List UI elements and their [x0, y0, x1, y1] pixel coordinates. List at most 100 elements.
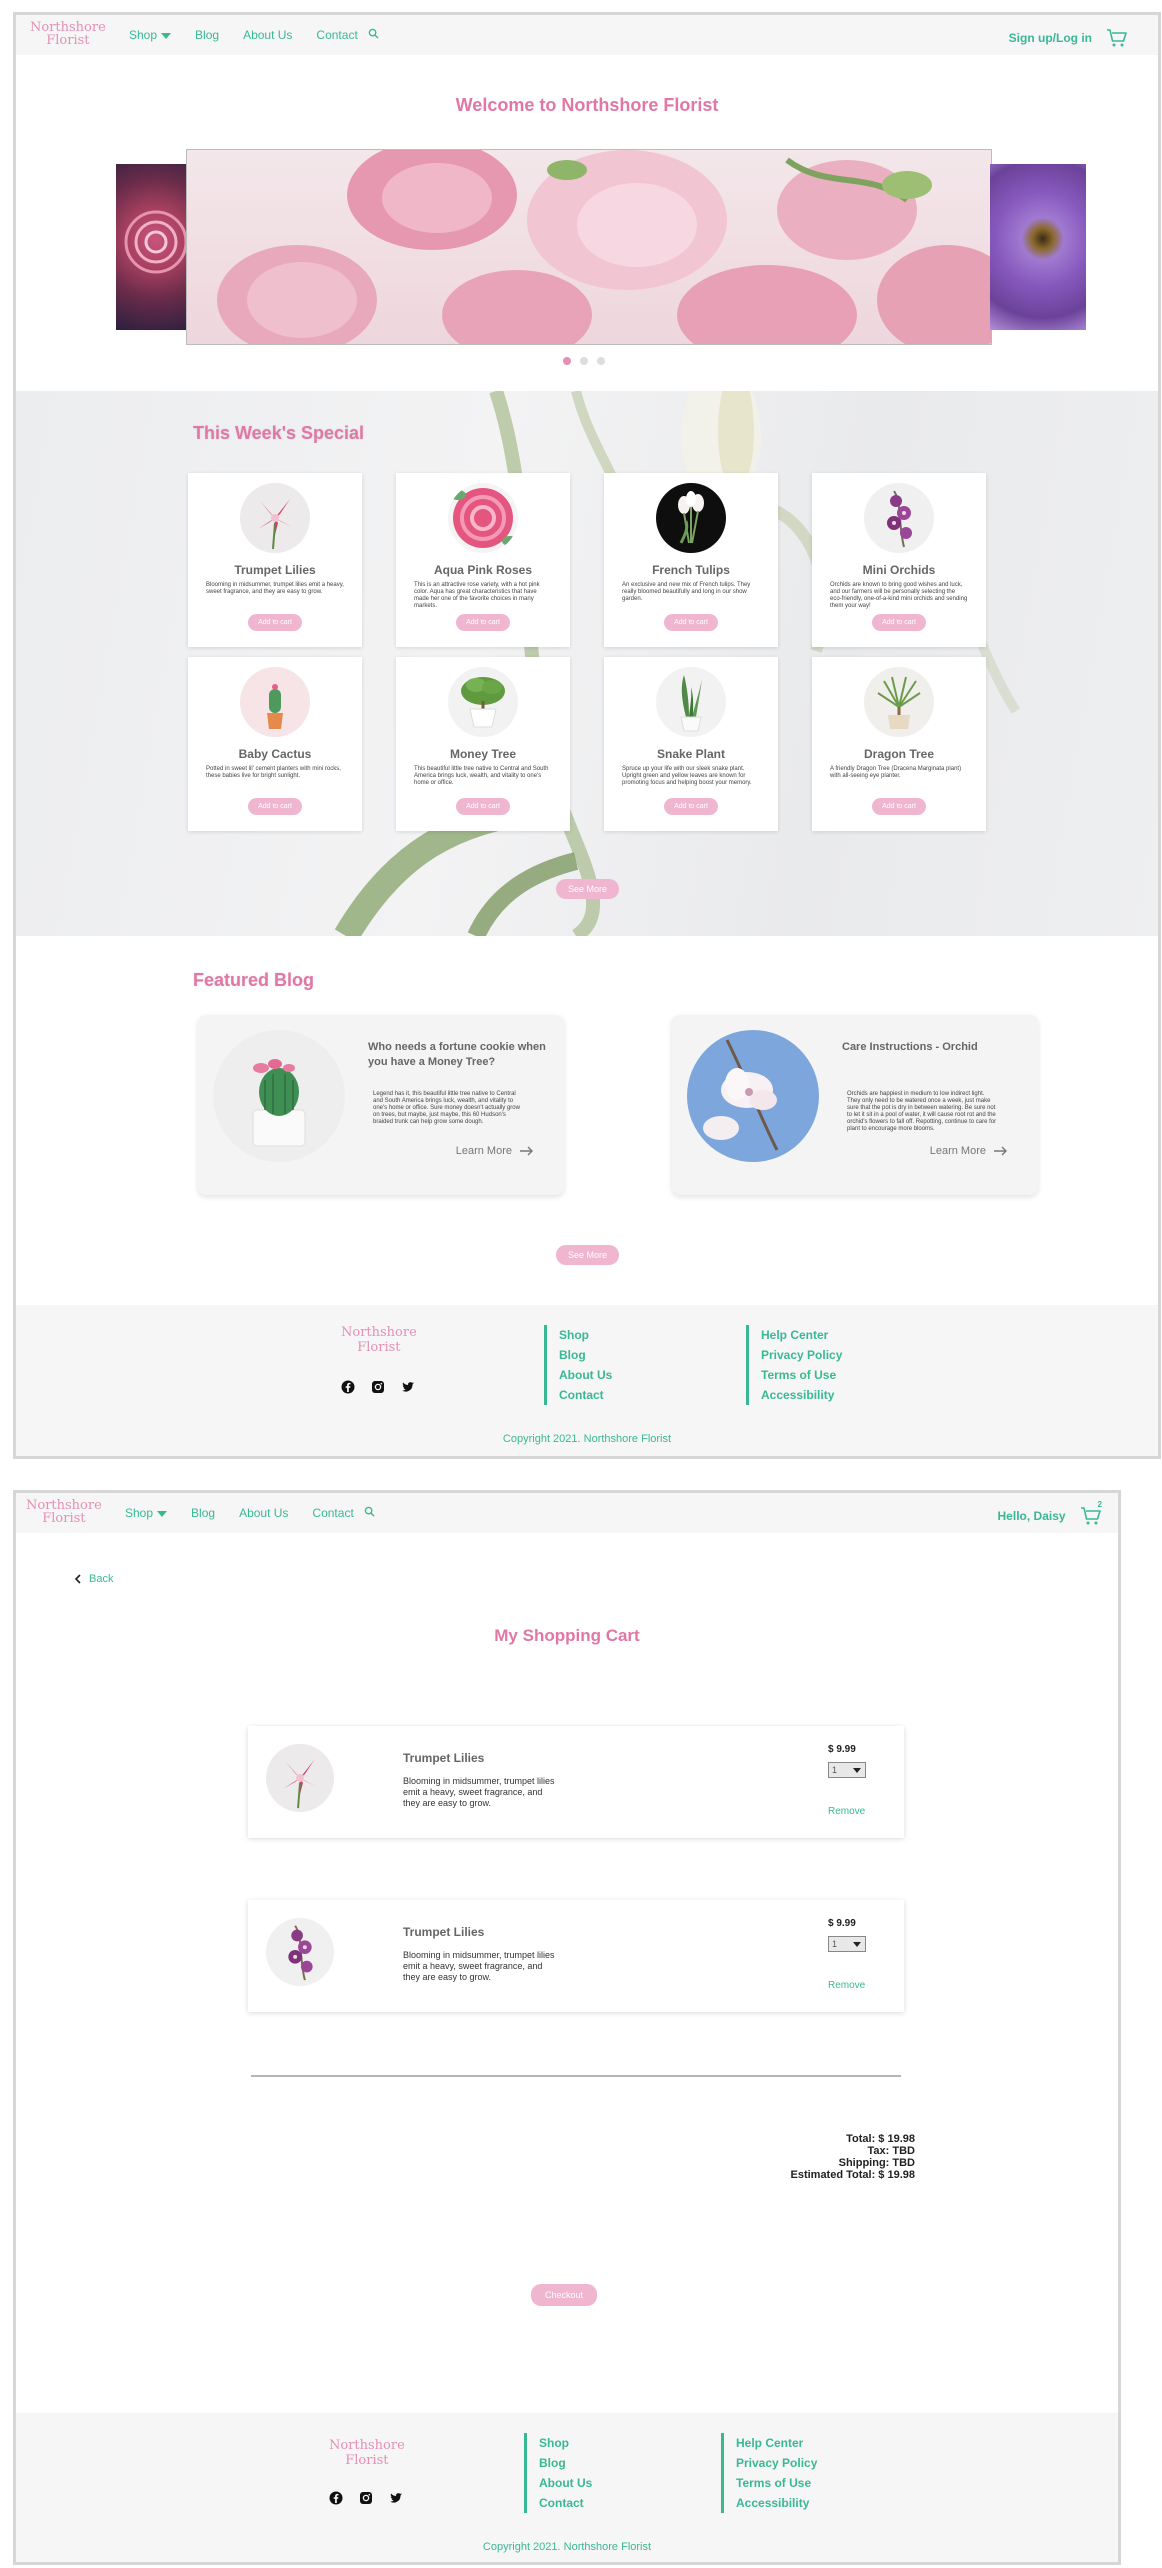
footer-link-privacy[interactable]: Privacy Policy [736, 2453, 817, 2473]
twitter-icon[interactable] [401, 1380, 415, 1394]
add-to-cart-button[interactable]: Add to cart [872, 614, 926, 631]
footer-link-privacy[interactable]: Privacy Policy [761, 1345, 842, 1365]
carousel-dot-3[interactable] [597, 357, 605, 365]
search-icon[interactable] [364, 1506, 375, 1520]
footer-link-about[interactable]: About Us [559, 1365, 612, 1385]
rose-slide[interactable] [116, 164, 188, 330]
blog-post-title[interactable]: Who needs a fortune cookie when you have… [368, 1040, 548, 1070]
carousel-dot-2[interactable] [580, 357, 588, 365]
instagram-icon[interactable] [359, 2491, 373, 2505]
footer-logo[interactable]: Northshore Florist [341, 1325, 417, 1355]
money-tree-image [448, 667, 518, 737]
footer-link-blog[interactable]: Blog [559, 1345, 612, 1365]
special-see-more-button[interactable]: See More [556, 879, 620, 899]
back-link[interactable]: Back [74, 1573, 113, 1585]
cart-item-price: $ 9.99 [828, 1744, 856, 1755]
product-desc: This is an attractive rose variety, with… [414, 582, 540, 609]
quantity-select[interactable]: 1 [828, 1936, 866, 1952]
mini-orchids-image [266, 1918, 334, 1986]
blog-title: Featured Blog [193, 970, 315, 990]
nav-blog[interactable]: Blog [191, 1506, 215, 1520]
footer-link-accessibility[interactable]: Accessibility [736, 2493, 817, 2513]
estimated-total-line: Estimated Total: $ 19.98 [790, 2169, 915, 2181]
carousel-dot-1[interactable] [563, 357, 571, 365]
special-title: This Week's Special [193, 423, 365, 443]
blog-post-desc: Legend has it, this beautiful little tre… [373, 1091, 520, 1125]
blog-card: Who needs a fortune cookie when you have… [198, 1015, 564, 1195]
add-to-cart-button[interactable]: Add to cart [456, 798, 510, 815]
footer: Northshore Florist Shop Blog About Us Co… [16, 2413, 1118, 2562]
add-to-cart-button[interactable]: Add to cart [248, 614, 302, 631]
add-to-cart-button[interactable]: Add to cart [664, 798, 718, 815]
facebook-icon[interactable] [341, 1380, 355, 1394]
cart-item: Trumpet Lilies Blooming in midsummer, tr… [248, 1726, 904, 1838]
quantity-select[interactable]: 1 [828, 1762, 866, 1778]
chevron-down-icon [161, 32, 172, 39]
logo[interactable]: Northshore Florist [30, 21, 106, 47]
blog-see-more-button[interactable]: See More [556, 1245, 620, 1265]
footer-link-contact[interactable]: Contact [539, 2493, 592, 2513]
carousel-dots [563, 357, 605, 365]
footer-link-shop[interactable]: Shop [559, 1325, 612, 1345]
nav-about[interactable]: About Us [239, 1506, 288, 1520]
signin-link[interactable]: Sign up/Log in [1009, 31, 1092, 45]
nav-shop[interactable]: Shop [125, 1506, 168, 1520]
cart-divider [251, 2075, 901, 2077]
blog-post-title[interactable]: Care Instructions - Orchid [842, 1040, 1022, 1055]
checkout-button[interactable]: Checkout [531, 2284, 598, 2306]
footer-link-about[interactable]: About Us [539, 2473, 592, 2493]
add-to-cart-button[interactable]: Add to cart [664, 614, 718, 631]
footer-logo[interactable]: Northshore Florist [329, 2438, 405, 2468]
social-links [341, 1380, 415, 1394]
footer: Northshore Florist Shop Blog About Us Co… [16, 1305, 1158, 1456]
footer-link-terms[interactable]: Terms of Use [761, 1365, 842, 1385]
remove-button[interactable]: Remove [828, 1980, 865, 1991]
baby-cactus-image [240, 667, 310, 737]
arrow-right-icon [994, 1146, 1007, 1156]
cart-title: My Shopping Cart [494, 1626, 640, 1645]
nav-about[interactable]: About Us [243, 28, 292, 42]
pink-ranunculus-slide[interactable] [186, 149, 992, 345]
cart-count-badge: 2 [1097, 1500, 1102, 1509]
footer-link-blog[interactable]: Blog [539, 2453, 592, 2473]
search-icon[interactable] [368, 28, 379, 42]
facebook-icon[interactable] [329, 2491, 343, 2505]
remove-button[interactable]: Remove [828, 1806, 865, 1817]
logo[interactable]: Northshore Florist [26, 1499, 102, 1525]
nav-blog[interactable]: Blog [195, 28, 219, 42]
cart-icon[interactable]: 2 [1080, 1500, 1106, 1526]
cart-item: Trumpet Lilies Blooming in midsummer, tr… [248, 1900, 904, 2012]
nav-contact[interactable]: Contact [312, 1506, 353, 1520]
nav-contact[interactable]: Contact [316, 28, 357, 42]
cart-item-name: Trumpet Lilies [403, 1925, 485, 1939]
hero-title: Welcome to Northshore Florist [455, 95, 719, 115]
tax-line: Tax: TBD [867, 2145, 915, 2157]
learn-more-link[interactable]: Learn More [930, 1145, 1008, 1157]
add-to-cart-button[interactable]: Add to cart [248, 798, 302, 815]
footer-logo-line2: Florist [345, 2453, 389, 2468]
footer-link-accessibility[interactable]: Accessibility [761, 1385, 842, 1405]
cart-item-desc: Blooming in midsummer, trumpet lilies em… [403, 1776, 555, 1808]
cart-icon[interactable] [1106, 28, 1128, 48]
nav-links: Shop Blog About Us Contact [129, 28, 379, 42]
nav-shop[interactable]: Shop [129, 28, 172, 42]
product-desc: Orchids are known to bring good wishes a… [830, 582, 968, 609]
footer-link-help[interactable]: Help Center [761, 1325, 842, 1345]
instagram-icon[interactable] [371, 1380, 385, 1394]
footer-link-terms[interactable]: Terms of Use [736, 2473, 817, 2493]
user-greeting[interactable]: Hello, Daisy [998, 1509, 1066, 1523]
product-name: Money Tree [449, 747, 517, 761]
copyright: Copyright 2021. Northshore Florist [482, 2541, 652, 2553]
cart-page-frame: Northshore Florist Shop Blog About Us Co… [13, 1490, 1121, 2565]
add-to-cart-button[interactable]: Add to cart [872, 798, 926, 815]
footer-link-shop[interactable]: Shop [539, 2433, 592, 2453]
learn-more-link[interactable]: Learn More [456, 1145, 534, 1157]
product-card: Trumpet Lilies Blooming in midsummer, tr… [188, 473, 362, 647]
product-name: Aqua Pink Roses [433, 563, 533, 577]
twitter-icon[interactable] [389, 2491, 403, 2505]
footer-link-help[interactable]: Help Center [736, 2433, 817, 2453]
footer-link-contact[interactable]: Contact [559, 1385, 612, 1405]
add-to-cart-button[interactable]: Add to cart [456, 614, 510, 631]
blog-post-desc: Orchids are happiest in medium to low in… [847, 1091, 997, 1132]
purple-daisy-slide[interactable] [990, 164, 1086, 330]
